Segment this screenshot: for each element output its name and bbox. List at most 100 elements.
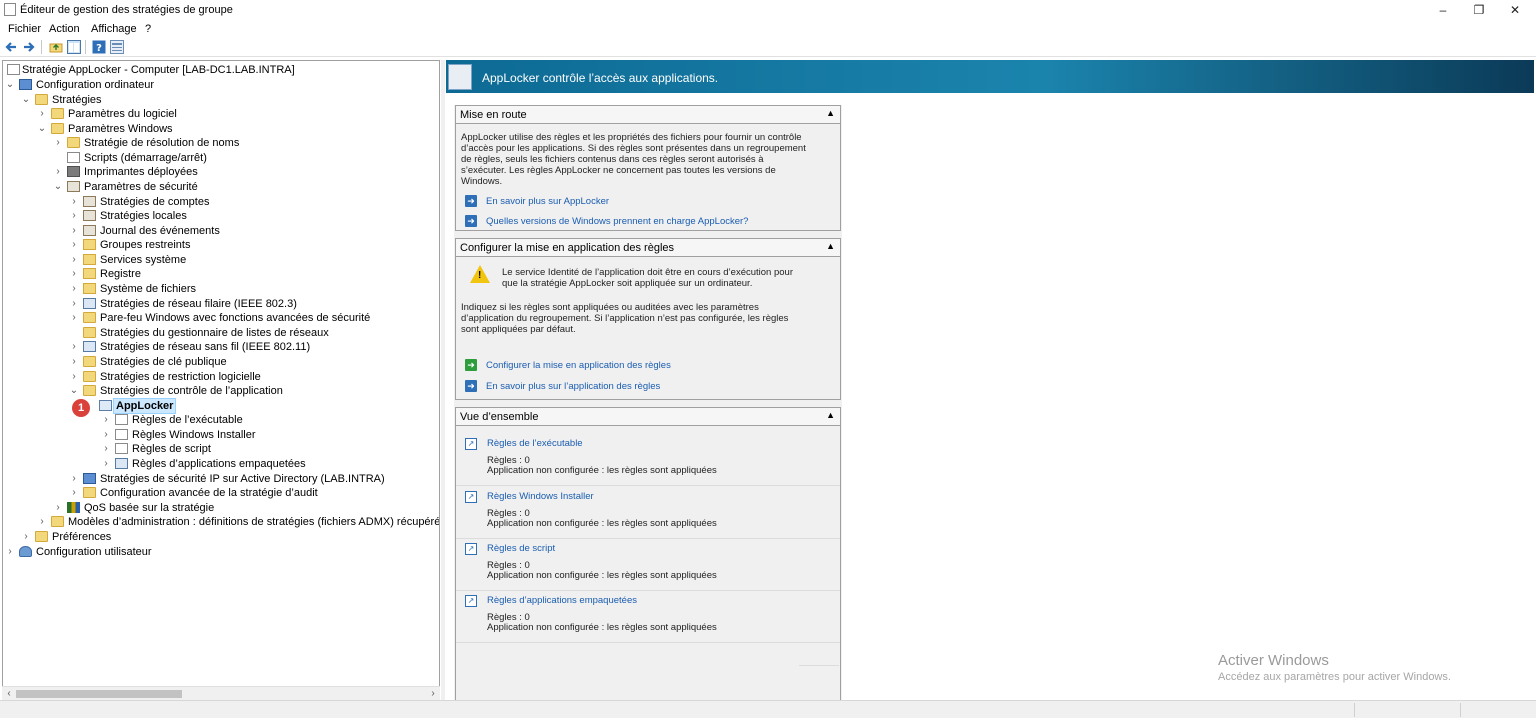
network-icon [83, 298, 96, 309]
section-enforcement: Configurer la mise en application des rè… [455, 238, 841, 400]
collapse-icon[interactable]: ▲ [826, 241, 835, 251]
scroll-right-icon[interactable]: › [426, 687, 440, 701]
chevron-right-icon[interactable]: › [101, 428, 111, 442]
installer-icon [115, 429, 128, 440]
chevron-right-icon[interactable]: › [5, 545, 15, 559]
close-button[interactable]: ✕ [1492, 0, 1536, 20]
chevron-right-icon[interactable]: › [69, 486, 79, 500]
chevron-right-icon[interactable]: › [69, 297, 79, 311]
wireless-icon [83, 341, 96, 352]
policy-editor-icon [4, 3, 16, 16]
chevron-down-icon[interactable]: ⌄ [69, 384, 79, 398]
status-bar [0, 700, 1536, 718]
divider [799, 665, 839, 666]
packaged-app-icon [115, 458, 128, 469]
overview-item-script: ↗ Règles de script Règles : 0 Applicatio… [456, 539, 840, 591]
printer-icon [67, 166, 80, 177]
chart-icon [67, 502, 80, 513]
folder-icon [83, 327, 96, 338]
properties-icon[interactable] [110, 40, 124, 54]
chevron-right-icon[interactable]: › [21, 530, 31, 544]
section-header[interactable]: Mise en route ▲ [456, 106, 840, 124]
chevron-down-icon[interactable]: ⌄ [5, 78, 15, 92]
lock-folder-icon [83, 239, 96, 250]
arrow-link-icon: ➜ [465, 215, 477, 227]
arrow-link-icon: ➜ [465, 380, 477, 392]
window-title: Éditeur de gestion des stratégies de gro… [20, 4, 233, 16]
chevron-right-icon[interactable]: › [37, 515, 47, 529]
chevron-right-icon[interactable]: › [69, 370, 79, 384]
chevron-right-icon[interactable]: › [53, 165, 63, 179]
menu-help[interactable]: ? [145, 23, 151, 35]
chevron-right-icon[interactable]: › [69, 253, 79, 267]
chevron-right-icon[interactable]: › [69, 355, 79, 369]
scroll-left-icon[interactable]: ‹ [2, 687, 16, 701]
applocker-content: Mise en route ▲ AppLocker utilise des rè… [454, 105, 842, 700]
chevron-right-icon[interactable]: › [69, 224, 79, 238]
shortcut-icon: ↗ [465, 595, 477, 607]
chevron-right-icon[interactable]: › [69, 238, 79, 252]
back-icon[interactable] [4, 40, 18, 54]
chevron-down-icon[interactable]: ⌄ [53, 180, 63, 194]
tree-horizontal-scrollbar[interactable]: ‹ › [2, 686, 440, 700]
policy-icon [7, 64, 20, 75]
forward-icon[interactable] [22, 40, 36, 54]
menu-action[interactable]: Action [49, 23, 80, 35]
folder-icon [83, 371, 96, 382]
chevron-right-icon[interactable]: › [69, 267, 79, 281]
menu-affichage[interactable]: Affichage [91, 23, 137, 35]
section-overview: Vue d’ensemble ▲ ↗ Règles de l’exécutabl… [455, 407, 841, 700]
chevron-down-icon[interactable]: ⌄ [21, 93, 31, 107]
chevron-down-icon[interactable]: ⌄ [37, 122, 47, 136]
callout-badge: 1 [72, 399, 90, 417]
section-header[interactable]: Configurer la mise en application des rè… [456, 239, 840, 257]
security-icon [67, 181, 80, 192]
folder-icon [51, 108, 64, 119]
scrollbar-thumb[interactable] [16, 690, 182, 698]
chevron-right-icon[interactable]: › [69, 311, 79, 325]
security-icon [83, 225, 96, 236]
shortcut-icon: ↗ [465, 543, 477, 555]
banner-title: AppLocker contrôle l’accès aux applicati… [482, 71, 719, 85]
folder-icon [83, 356, 96, 367]
arrow-link-icon: ➜ [465, 359, 477, 371]
chevron-right-icon[interactable]: › [69, 195, 79, 209]
up-folder-icon[interactable] [49, 40, 63, 54]
chevron-right-icon[interactable]: › [53, 136, 63, 150]
chevron-right-icon[interactable]: › [69, 472, 79, 486]
chevron-right-icon[interactable]: › [69, 282, 79, 296]
applocker-icon [99, 400, 112, 411]
show-hide-tree-icon[interactable] [67, 40, 81, 54]
chevron-right-icon[interactable]: › [101, 457, 111, 471]
section-header[interactable]: Vue d’ensemble ▲ [456, 408, 840, 426]
help-icon[interactable]: ? [92, 40, 106, 54]
collapse-icon[interactable]: ▲ [826, 108, 835, 118]
chevron-right-icon[interactable]: › [101, 442, 111, 456]
details-pane: AppLocker contrôle l’accès aux applicati… [446, 60, 1534, 700]
chevron-right-icon[interactable]: › [53, 501, 63, 515]
menu-fichier[interactable]: Fichier [8, 23, 41, 35]
folder-icon [83, 385, 96, 396]
folder-icon [35, 94, 48, 105]
chevron-right-icon[interactable]: › [69, 340, 79, 354]
arrow-link-icon: ➜ [465, 195, 477, 207]
folder-icon [83, 312, 96, 323]
chevron-right-icon[interactable]: › [69, 209, 79, 223]
folder-icon [67, 137, 80, 148]
menu-bar: Fichier Action Affichage ? [0, 20, 1536, 37]
console-tree[interactable]: Stratégie AppLocker - Computer [LAB-DC1.… [2, 60, 440, 700]
activation-watermark: Activer Windows Accédez aux paramètres p… [1218, 652, 1451, 683]
enforcement-warning: Le service Identité de l’application doi… [502, 267, 793, 289]
executable-icon [115, 414, 128, 425]
pane-splitter[interactable] [441, 60, 445, 700]
warning-icon: ! [470, 265, 490, 283]
applocker-icon [448, 64, 472, 90]
computer-icon [19, 79, 32, 90]
enforcement-text: Indiquez si les règles sont appliquées o… [461, 302, 789, 335]
collapse-icon[interactable]: ▲ [826, 410, 835, 420]
overview-item-installer: ↗ Règles Windows Installer Règles : 0 Ap… [456, 487, 840, 539]
lock-folder-icon [83, 283, 96, 294]
chevron-right-icon[interactable]: › [37, 107, 47, 121]
security-icon [83, 210, 96, 221]
chevron-right-icon[interactable]: › [101, 413, 111, 427]
